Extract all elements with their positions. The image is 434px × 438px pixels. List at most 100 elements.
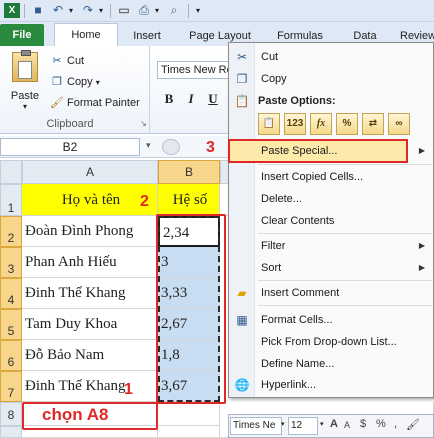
menu-item-filter-label: Filter xyxy=(261,240,286,252)
mini-font-name-box[interactable]: Times Ne xyxy=(230,417,282,435)
scissors-icon: ✂ xyxy=(236,50,248,64)
transpose-icon[interactable]: ⇄ xyxy=(362,113,384,135)
save-icon[interactable]: ■ xyxy=(30,3,46,18)
menu-item-format-cells[interactable]: ▦ Format Cells... xyxy=(229,309,433,331)
bold-button[interactable]: B xyxy=(160,90,178,108)
menu-item-insert-copied-cells-label: Insert Copied Cells... xyxy=(261,171,364,183)
menu-item-sort-label: Sort xyxy=(261,262,282,274)
row-header-3[interactable]: 3 xyxy=(0,247,22,278)
menu-separator xyxy=(258,280,432,281)
menu-item-delete[interactable]: Delete... xyxy=(229,188,433,210)
values-123-icon[interactable]: 123 xyxy=(284,113,306,135)
menu-item-filter[interactable]: Filter ▶ xyxy=(229,235,433,257)
cell-a1[interactable]: Họ và tên xyxy=(22,184,158,216)
menu-item-define-name[interactable]: Define Name... xyxy=(229,353,433,375)
cell-a7[interactable]: Đinh Thế Khang xyxy=(22,371,158,402)
cell-a4[interactable]: Đinh Thế Khang xyxy=(22,278,158,309)
menu-item-clear-contents[interactable]: Clear Contents xyxy=(229,210,433,232)
mini-font-dropdown-icon[interactable]: ▾ xyxy=(281,420,285,428)
menu-item-define-name-label: Define Name... xyxy=(261,358,335,370)
percent-format-icon[interactable]: % xyxy=(336,113,358,135)
cut-button[interactable]: ✂ Cut xyxy=(50,52,84,70)
row-header-8[interactable]: 8 xyxy=(0,402,22,426)
paste-label: Paste xyxy=(10,90,40,102)
cell-b1[interactable]: Hệ số xyxy=(158,184,220,216)
menu-item-hyperlink[interactable]: 🌐 Hyperlink... xyxy=(229,374,433,396)
italic-button[interactable]: I xyxy=(182,90,200,108)
cell-b8[interactable] xyxy=(158,402,220,426)
redo-dropdown-icon[interactable]: ▾ xyxy=(96,3,106,18)
select-all-corner[interactable] xyxy=(0,160,22,184)
undo-dropdown-icon[interactable]: ▾ xyxy=(66,3,76,18)
comment-icon: ▰ xyxy=(237,286,247,300)
menu-item-format-cells-label: Format Cells... xyxy=(261,314,333,326)
row-header-4[interactable]: 4 xyxy=(0,278,22,309)
menu-item-copy-label: Copy xyxy=(261,73,287,85)
menu-item-sort[interactable]: Sort ▶ xyxy=(229,257,433,279)
annotation-step-2: 2 xyxy=(140,193,149,210)
tab-file[interactable]: File xyxy=(0,24,44,46)
underline-button[interactable]: U xyxy=(204,90,222,108)
cell-a2[interactable]: Đoàn Đình Phong xyxy=(22,216,158,247)
customize-qat-icon[interactable]: ▾ xyxy=(192,3,204,18)
format-painter-button[interactable]: 🖌 Format Painter xyxy=(50,94,140,112)
menu-item-delete-label: Delete... xyxy=(261,193,302,205)
tab-home[interactable]: Home xyxy=(54,23,118,47)
clipboard-launcher-icon[interactable]: ↘ xyxy=(140,119,147,128)
paste-options-header: Paste Options: xyxy=(258,95,336,107)
grow-font-icon[interactable]: A xyxy=(330,418,338,430)
new-document-icon[interactable]: ▭ xyxy=(116,3,132,18)
comma-style-icon[interactable]: , xyxy=(394,418,397,430)
row-header-9[interactable] xyxy=(0,426,22,438)
column-header-a[interactable]: A xyxy=(22,160,158,184)
menu-item-cut[interactable]: ✂ Cut xyxy=(229,46,433,68)
font-name-box[interactable]: Times New Ro xyxy=(157,61,229,79)
zoom-icon[interactable]: ⌕ xyxy=(166,3,182,18)
menu-separator xyxy=(258,305,432,306)
menu-item-pick-from-list[interactable]: Pick From Drop-down List... xyxy=(229,331,433,353)
print-dropdown-icon[interactable]: ▾ xyxy=(152,3,162,18)
menu-item-paste-special[interactable]: Paste Special... ▶ xyxy=(229,140,433,162)
mini-font-size-box[interactable]: 12 xyxy=(288,417,318,435)
cell-a6[interactable]: Đỗ Bảo Nam xyxy=(22,340,158,371)
percent-style-icon[interactable]: % xyxy=(376,418,386,430)
formula-bar-button[interactable] xyxy=(162,139,180,155)
formulas-fx-icon[interactable]: fx xyxy=(310,113,332,135)
format-cells-icon: ▦ xyxy=(236,313,248,327)
tab-insert[interactable]: Insert xyxy=(126,27,168,46)
row-header-2[interactable]: 2 xyxy=(0,216,22,247)
row-header-7[interactable]: 7 xyxy=(0,371,22,402)
row-header-6[interactable]: 6 xyxy=(0,340,22,371)
menu-item-insert-copied-cells[interactable]: Insert Copied Cells... xyxy=(229,166,433,188)
paste-icon[interactable]: 📋 xyxy=(258,113,280,135)
row-header-5[interactable]: 5 xyxy=(0,309,22,340)
copy-dropdown-icon[interactable]: ▾ xyxy=(96,78,100,87)
cell-b9[interactable] xyxy=(158,426,220,438)
annotation-step-1: 1 xyxy=(124,381,133,398)
qat-separator xyxy=(110,4,111,18)
menu-separator xyxy=(258,233,432,234)
currency-format-icon[interactable]: $ xyxy=(360,418,366,430)
format-painter-icon[interactable]: 🖌 xyxy=(406,418,420,431)
undo-icon[interactable]: ↶ xyxy=(50,3,66,18)
column-header-b[interactable]: B xyxy=(158,160,220,184)
cut-label: Cut xyxy=(67,55,85,67)
cell-a3[interactable]: Phan Anh Hiếu xyxy=(22,247,158,278)
print-preview-icon[interactable]: ⎙ xyxy=(136,3,152,18)
format-painter-icon: 🖌 xyxy=(50,97,64,109)
menu-item-pick-from-list-label: Pick From Drop-down List... xyxy=(261,336,397,348)
redo-icon[interactable]: ↷ xyxy=(80,3,96,18)
menu-item-copy[interactable]: ❐ Copy xyxy=(229,68,433,90)
mini-size-dropdown-icon[interactable]: ▾ xyxy=(320,420,324,428)
row-header-1[interactable]: 1 xyxy=(0,184,22,216)
name-box[interactable]: B2 xyxy=(0,138,140,156)
shrink-font-icon[interactable]: A xyxy=(344,420,350,430)
paste-dropdown-icon[interactable]: ▾ xyxy=(6,102,44,111)
cell-a5[interactable]: Tam Duy Khoa xyxy=(22,309,158,340)
paste-button[interactable]: Paste ▾ xyxy=(6,50,44,112)
clipboard-group-label: Clipboard xyxy=(46,118,94,130)
menu-item-insert-comment[interactable]: ▰ Insert Comment xyxy=(229,282,433,304)
copy-button[interactable]: ❐ Copy ▾ xyxy=(50,73,100,91)
name-box-dropdown-icon[interactable]: ▾ xyxy=(146,140,151,151)
link-icon[interactable]: ∞ xyxy=(388,113,410,135)
